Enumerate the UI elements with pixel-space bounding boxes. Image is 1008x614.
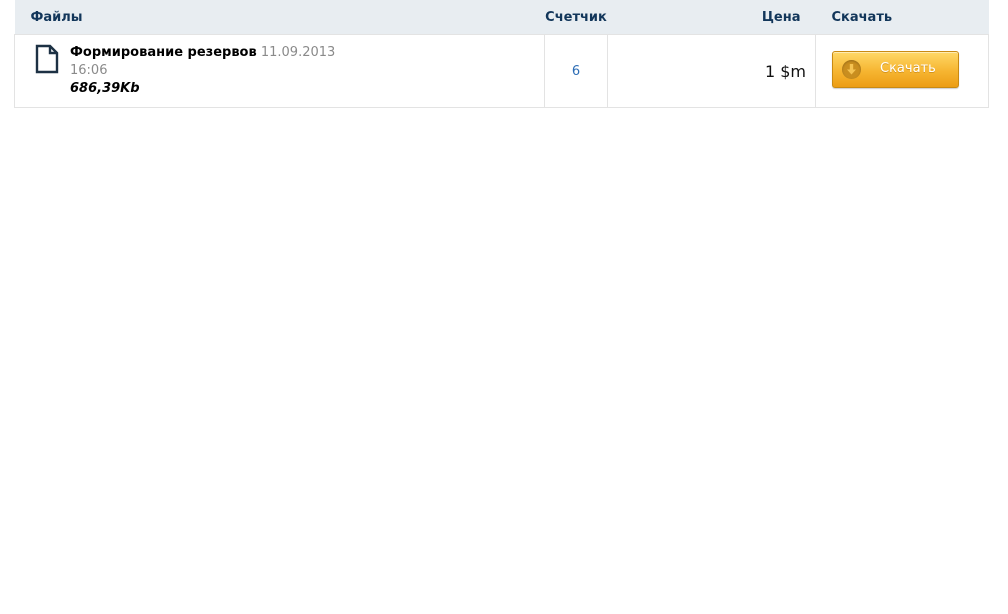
table-row: Формирование резервов 11.09.2013 16:06 6… <box>14 34 989 108</box>
header-download: Скачать <box>815 0 989 35</box>
download-counter: 6 <box>544 34 608 108</box>
file-price: 1 $m <box>607 34 816 108</box>
header-files: Файлы <box>14 0 545 35</box>
files-table: Файлы Счетчик Цена Скачать Формирование … <box>14 0 989 108</box>
header-price: Цена <box>607 0 816 35</box>
header-counter: Счетчик <box>544 0 608 35</box>
file-cell: Формирование резервов 11.09.2013 16:06 6… <box>14 34 545 108</box>
file-time: 16:06 <box>70 63 108 78</box>
download-button[interactable]: Скачать <box>832 50 959 88</box>
file-size: 686,39Kb <box>70 81 140 96</box>
download-cell: Скачать <box>815 34 989 108</box>
file-info: Формирование резервов 11.09.2013 16:06 6… <box>70 44 360 98</box>
file-name-link[interactable]: Формирование резервов <box>70 45 257 60</box>
table-header-row: Файлы Счетчик Цена Скачать <box>14 0 989 35</box>
document-icon <box>34 44 60 74</box>
download-arrow-icon <box>842 59 861 79</box>
download-button-label: Скачать <box>880 60 936 76</box>
file-date: 11.09.2013 <box>260 45 336 60</box>
